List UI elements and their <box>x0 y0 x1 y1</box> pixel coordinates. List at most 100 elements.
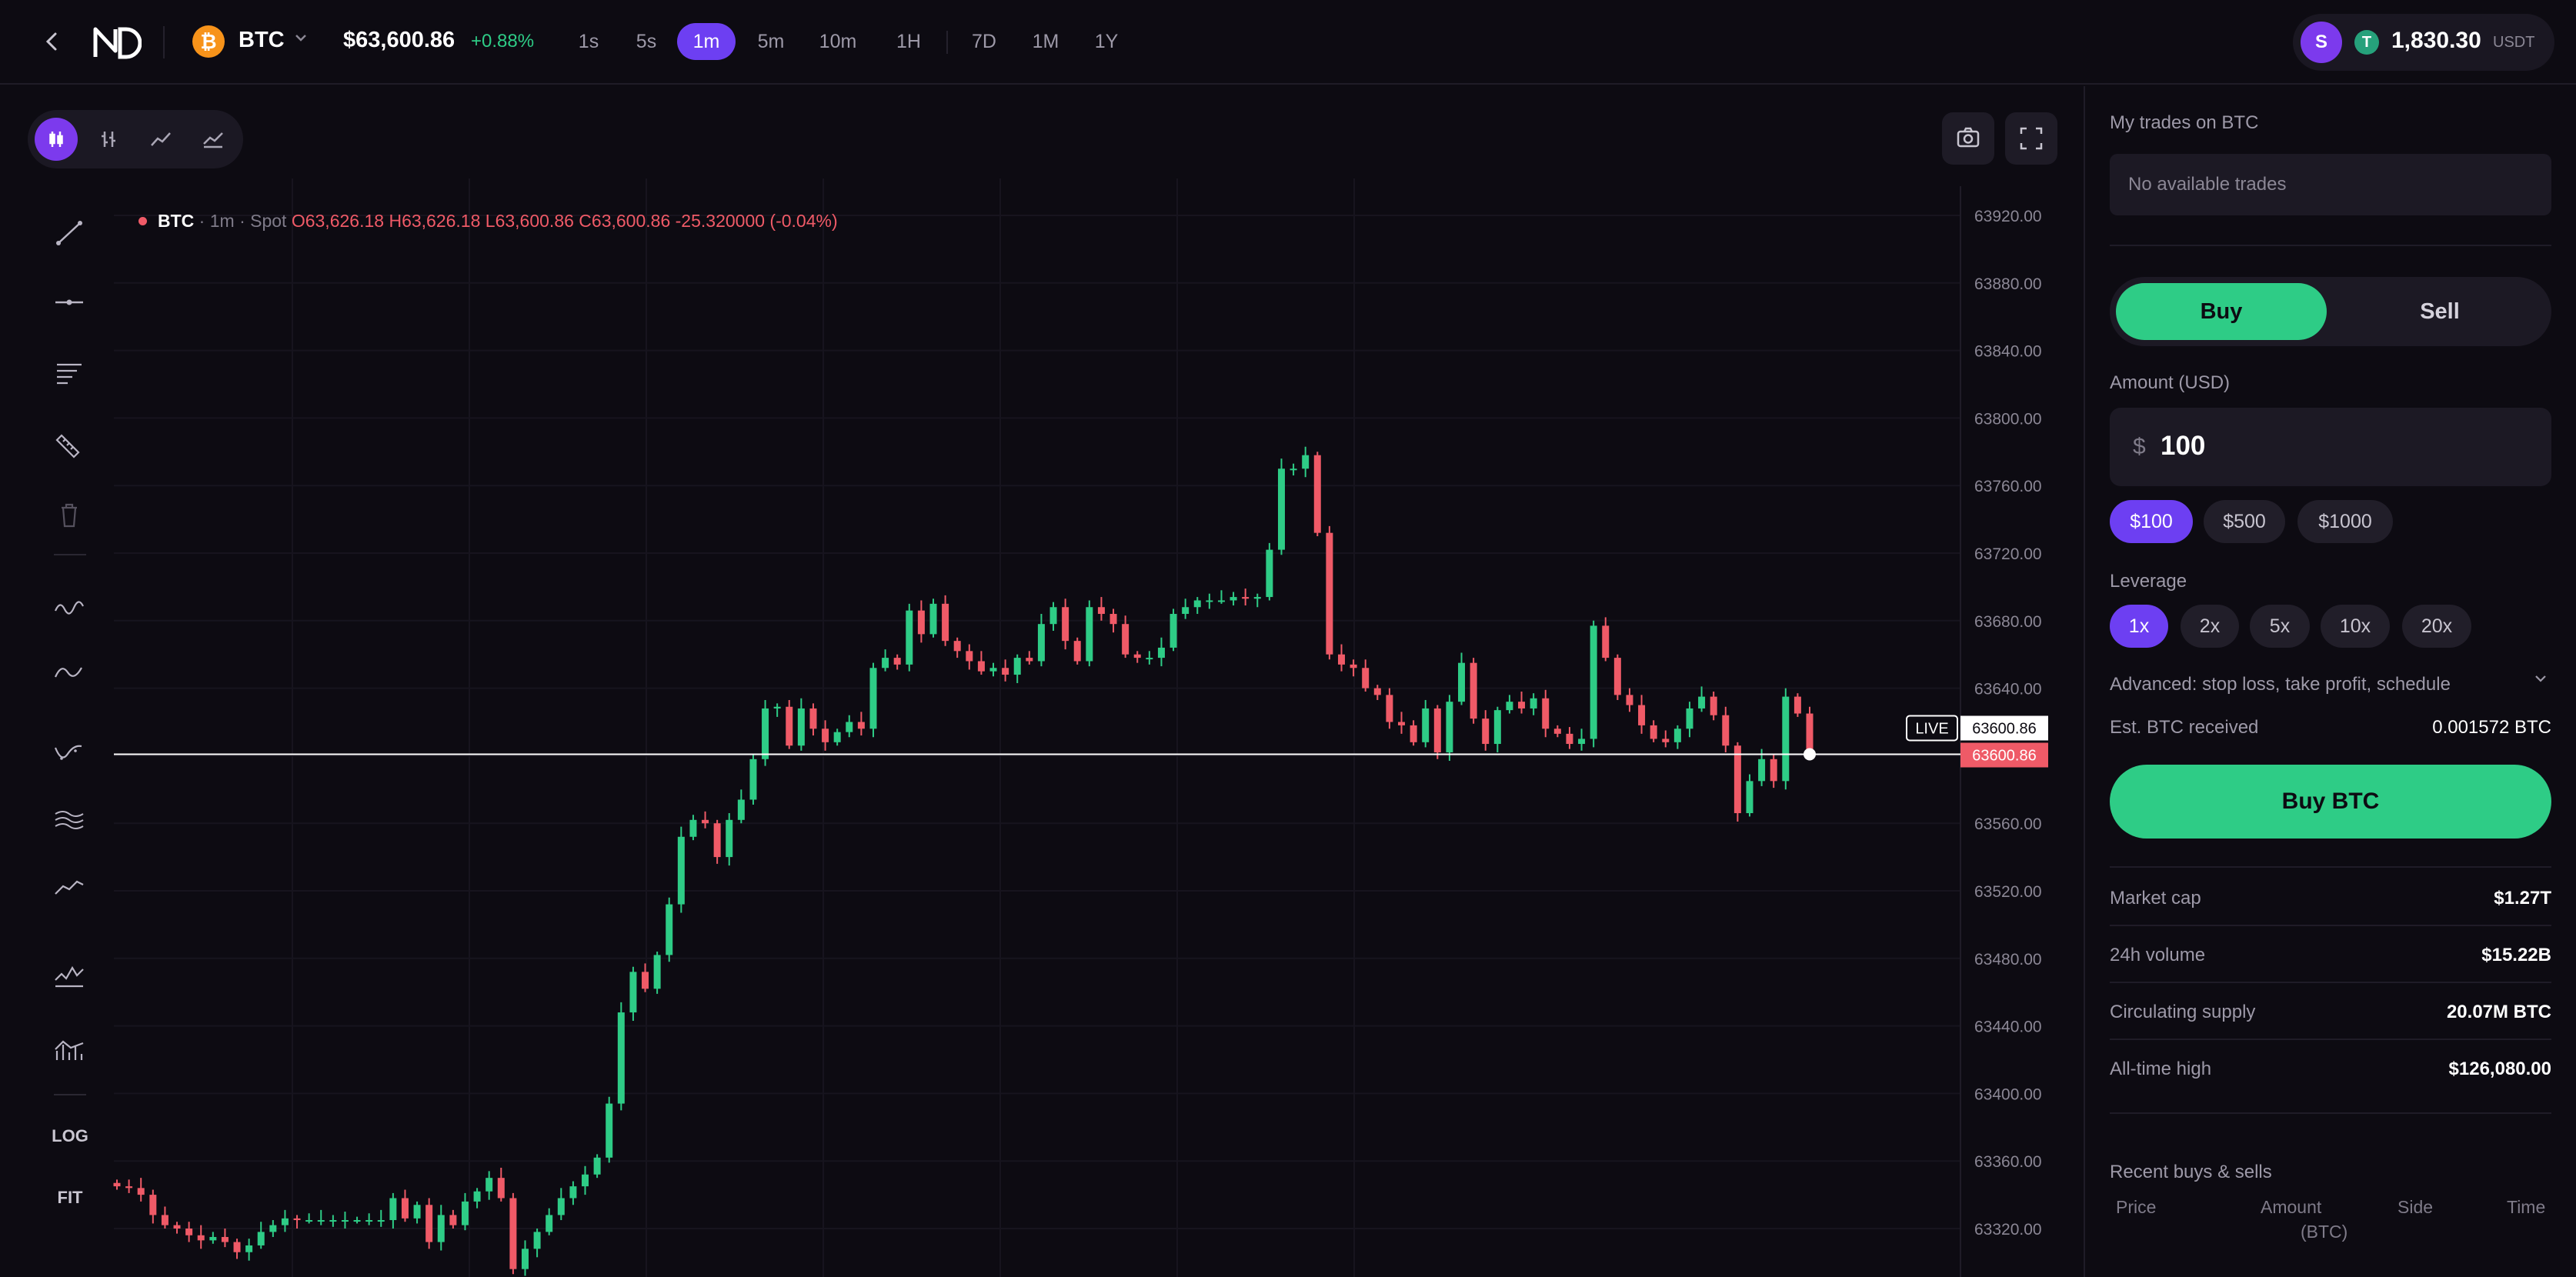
candle <box>257 1232 265 1245</box>
recent-trades-label: Recent buys & sells <box>2110 1162 2272 1182</box>
candle <box>461 1201 469 1225</box>
candle <box>1373 688 1381 695</box>
leverage-label: Leverage <box>2110 571 2187 592</box>
amount-label: Amount (USD) <box>2110 372 2231 393</box>
candle <box>1193 600 1201 608</box>
divider <box>2110 866 2551 868</box>
leverage-1x[interactable]: 1x <box>2110 605 2168 648</box>
candle <box>1673 729 1681 742</box>
leverage-20x[interactable]: 20x <box>2402 605 2471 648</box>
candle <box>1386 695 1393 722</box>
candle <box>233 1242 241 1252</box>
candle <box>917 610 925 635</box>
candle <box>882 658 889 669</box>
candle <box>1097 607 1105 615</box>
candle <box>341 1220 349 1222</box>
candle <box>1362 668 1370 689</box>
tab-sell[interactable]: Sell <box>2334 283 2545 340</box>
leverage-10x[interactable]: 10x <box>2321 605 2390 648</box>
candle <box>149 1195 157 1215</box>
candle <box>281 1218 289 1225</box>
current-price: $63,600.86 <box>343 28 455 52</box>
candle <box>846 722 853 732</box>
quick-amount-1000[interactable]: $1000 <box>2297 500 2393 543</box>
asset-symbol[interactable]: BTC <box>239 28 285 53</box>
y-tick-label: 63480.00 <box>1974 951 2042 969</box>
candle <box>966 651 973 662</box>
timeframe-10m[interactable]: 10m <box>816 23 860 60</box>
y-tick-label: 63360.00 <box>1974 1153 2042 1171</box>
logo[interactable] <box>92 25 142 60</box>
tab-buy[interactable]: Buy <box>2116 283 2327 340</box>
est-received-value: 0.001572 BTC <box>2432 717 2551 738</box>
candle <box>1602 625 1610 659</box>
candle <box>1253 597 1261 599</box>
column-header-side: Side <box>2397 1197 2434 1217</box>
candle <box>1337 654 1345 665</box>
candle <box>929 603 937 635</box>
timeframe-5s[interactable]: 5s <box>631 23 662 60</box>
candle <box>1722 715 1730 746</box>
timeframe-1m[interactable]: 1m <box>677 23 736 60</box>
candle <box>1626 695 1633 705</box>
y-tick-label: 63840.00 <box>1974 343 2042 361</box>
legend-symbol: BTC <box>158 211 195 231</box>
price-chart[interactable]: 63920.00 63880.00 63840.00 63800.00 63760.00… <box>0 86 2082 1277</box>
y-tick-label: 63520.00 <box>1974 883 2042 901</box>
candle <box>569 1186 577 1199</box>
quick-amount-100[interactable]: $100 <box>2110 500 2193 543</box>
advanced-options[interactable]: Advanced: stop loss, take profit, schedu… <box>2110 674 2451 695</box>
timeframe-1h[interactable]: 1H <box>893 23 925 60</box>
candle <box>1782 696 1790 782</box>
candle <box>473 1191 481 1202</box>
candle <box>221 1236 229 1242</box>
candle <box>1662 739 1670 742</box>
candle <box>1613 658 1621 695</box>
avatar[interactable]: S <box>2301 22 2342 63</box>
candle <box>293 1218 301 1221</box>
quick-amount-500[interactable]: $500 <box>2204 500 2285 543</box>
timeframe-1mo[interactable]: 1M <box>1029 23 1062 60</box>
stat-label: Circulating supply <box>2110 1002 2256 1022</box>
candle <box>1350 664 1357 669</box>
candle <box>245 1245 253 1252</box>
candle <box>1109 614 1117 625</box>
y-tick-label: 63800.00 <box>1974 410 2042 428</box>
divider <box>2110 982 2551 983</box>
candle <box>1122 624 1130 655</box>
stat-label: Market cap <box>2110 888 2201 909</box>
candle <box>1458 662 1466 702</box>
timeframe-1y[interactable]: 1Y <box>1091 23 1122 60</box>
candle <box>1566 733 1573 745</box>
candle <box>1290 468 1297 471</box>
leverage-5x[interactable]: 5x <box>2250 605 2310 648</box>
candle <box>486 1178 493 1192</box>
candle <box>437 1215 445 1242</box>
amount-prefix: $ <box>2133 434 2146 459</box>
asset-dropdown-button[interactable] <box>292 29 309 52</box>
stat-value: $15.22B <box>2481 945 2551 965</box>
timeframe-5m[interactable]: 5m <box>754 23 788 60</box>
candle <box>906 610 913 665</box>
back-button[interactable] <box>40 29 65 54</box>
buy-btc-button[interactable]: Buy BTC <box>2110 765 2551 839</box>
timeframe-1s[interactable]: 1s <box>574 23 603 60</box>
candle <box>113 1182 121 1187</box>
amount-value[interactable]: 100 <box>2161 431 2205 462</box>
legend-low: 63,600.86 <box>495 211 574 231</box>
candle <box>797 708 805 746</box>
candle <box>1542 698 1550 729</box>
timeframe-7d[interactable]: 7D <box>968 23 1000 60</box>
candle <box>329 1220 337 1222</box>
advanced-expand-button[interactable] <box>2531 669 2550 693</box>
candle <box>1302 455 1310 469</box>
candle <box>1062 607 1069 642</box>
candle <box>185 1229 193 1235</box>
candle <box>1206 600 1213 602</box>
candle <box>593 1157 601 1175</box>
candle <box>713 823 721 858</box>
leverage-2x[interactable]: 2x <box>2181 605 2239 648</box>
candle <box>617 1012 625 1104</box>
candle <box>1506 702 1513 711</box>
candle <box>1217 600 1225 602</box>
